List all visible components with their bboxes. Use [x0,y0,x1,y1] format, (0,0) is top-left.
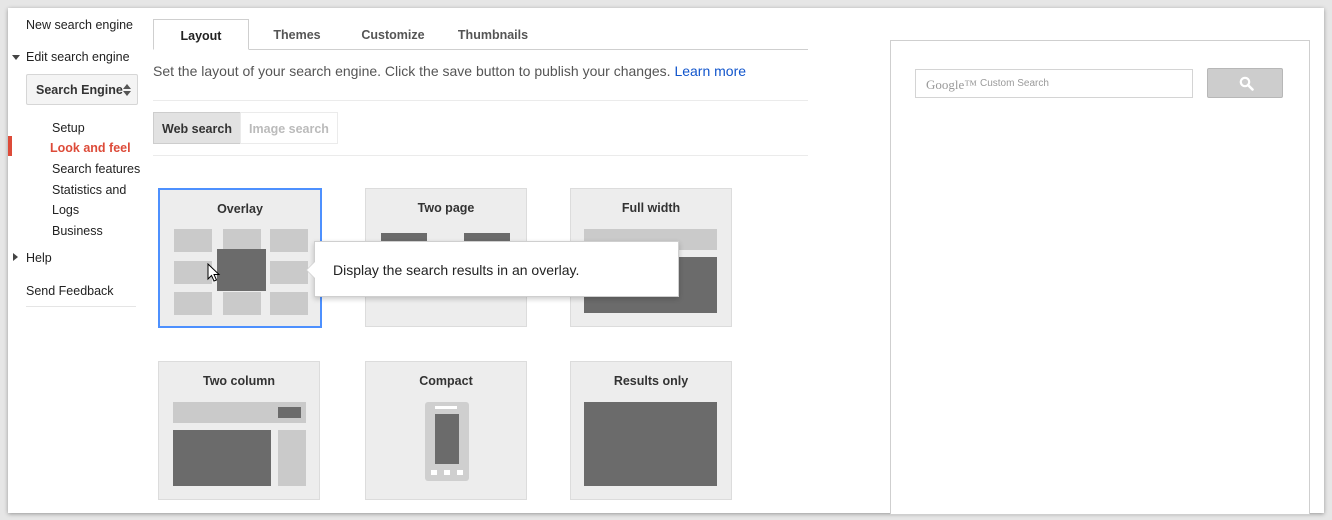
preview-block [270,292,308,315]
layout-card-results-only[interactable]: Results only [570,361,732,500]
web-search-toggle[interactable]: Web search [153,112,241,144]
layout-title: Compact [419,374,473,388]
sidebar-item-search-features[interactable]: Search features [52,162,140,176]
layout-preview-panel: Google™ Custom Search [890,40,1310,515]
layout-card-compact[interactable]: Compact [365,361,527,500]
spinner-arrows-icon [123,84,131,96]
sidebar-item-business[interactable]: Business [52,224,103,238]
layout-title: Full width [621,201,681,215]
image-search-toggle[interactable]: Image search [240,112,338,144]
preview-block [173,430,271,486]
preview-search-input[interactable]: Google™ Custom Search [915,69,1193,98]
page-description: Set the layout of your search engine. Cl… [153,63,746,79]
divider [153,100,808,101]
divider [153,155,808,156]
preview-block [278,430,306,486]
layout-title: Results only [613,374,689,388]
preview-search-button[interactable] [1207,68,1283,98]
app-frame: New search engine Edit search engine Sea… [8,8,1324,515]
sidebar-item-logs[interactable]: Logs [52,203,79,217]
sidebar-item-statistics[interactable]: Statistics and [52,183,126,197]
preview-block [174,292,212,315]
phone-speaker [435,406,457,409]
layout-title: Overlay [217,202,263,216]
preview-block [278,407,301,418]
chevron-down-icon[interactable] [12,55,20,60]
google-logo: Google™ [926,77,978,92]
phone-icon [425,402,469,481]
custom-search-label: Custom Search [980,78,1049,89]
tab-themes[interactable]: Themes [258,19,336,50]
description-text: Set the layout of your search engine. Cl… [153,63,671,79]
preview-block [270,229,308,252]
help-link[interactable]: Help [26,251,52,265]
active-indicator [8,136,12,156]
sidebar-item-setup[interactable]: Setup [52,121,85,135]
overlay-preview-block [217,249,266,291]
layout-title: Two column [203,374,275,388]
sidebar-item-look-and-feel[interactable]: Look and feel [50,141,131,155]
tab-customize[interactable]: Customize [350,19,436,50]
search-engine-select[interactable]: Search Engine [26,74,138,105]
preview-block [584,402,717,486]
chevron-right-icon[interactable] [13,253,18,261]
send-feedback-link[interactable]: Send Feedback [26,284,114,298]
tab-layout[interactable]: Layout [153,19,249,50]
edit-search-engine-link[interactable]: Edit search engine [26,50,130,64]
preview-block [270,261,308,284]
preview-block [174,229,212,252]
layout-card-overlay[interactable]: Overlay [158,188,322,328]
mouse-cursor-icon [207,263,221,282]
phone-button [444,470,450,475]
sidebar-divider [26,306,136,307]
search-engine-select-label: Search Engine [36,83,123,97]
tab-thumbnails[interactable]: Thumbnails [449,19,537,50]
tooltip-text: Display the search results in an overlay… [333,262,580,278]
overlay-tooltip: Display the search results in an overlay… [306,241,679,297]
preview-block [223,292,261,315]
layout-title: Two page [417,201,475,215]
learn-more-link[interactable]: Learn more [674,63,746,79]
phone-button [457,470,463,475]
new-search-engine-link[interactable]: New search engine [26,18,133,32]
layout-card-two-column[interactable]: Two column [158,361,320,500]
phone-button [431,470,437,475]
search-icon [1239,76,1254,91]
phone-screen [435,414,459,464]
